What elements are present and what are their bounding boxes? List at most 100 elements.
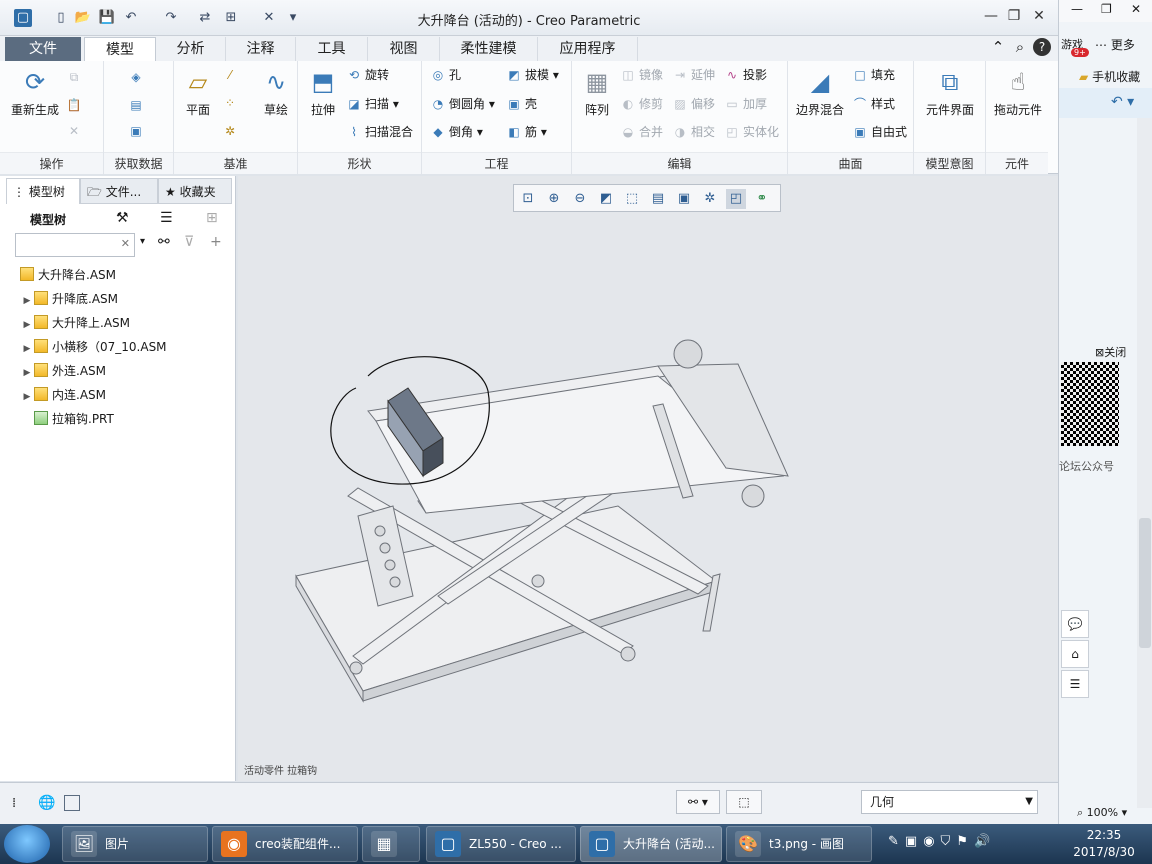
plane-button[interactable]: ▱ 平面	[178, 67, 218, 118]
tab-flexible-modeling[interactable]: 柔性建模	[440, 37, 538, 61]
extend-button[interactable]: ⇥ 延伸	[672, 65, 715, 85]
extrude-button[interactable]: ⬒ 拉伸	[304, 67, 342, 118]
scrollbar[interactable]	[1137, 118, 1152, 808]
tree-item[interactable]: ▶ 外连.ASM	[20, 360, 106, 382]
comment-icon[interactable]: 💬	[1061, 610, 1089, 638]
group-label-editing[interactable]: 编辑	[572, 152, 787, 174]
scrollbar-thumb[interactable]	[1139, 518, 1151, 648]
shell-button[interactable]: ▣ 壳	[506, 94, 537, 114]
binoculars-icon[interactable]: ⚯	[158, 234, 170, 250]
add-icon[interactable]: +	[210, 234, 222, 250]
tab-view[interactable]: 视图	[368, 37, 440, 61]
dropdown-icon[interactable]: ▾	[140, 236, 145, 247]
volume-icon[interactable]: 🔊	[974, 834, 996, 849]
sweep-button[interactable]: ◪ 扫描 ▾	[346, 94, 399, 114]
user-defined-feature-button[interactable]: ◈	[128, 67, 147, 87]
tab-analysis[interactable]: 分析	[156, 37, 226, 61]
coordinate-system-button[interactable]: ✲	[222, 121, 241, 141]
expand-arrow-icon[interactable]: ▶	[20, 314, 34, 336]
clock[interactable]: 22:35 2017/8/30	[1064, 827, 1144, 861]
pattern-button[interactable]: ▦ 阵列	[578, 67, 616, 118]
merge-button[interactable]: ◒ 合并	[620, 122, 663, 142]
axis-button[interactable]: ⁄	[222, 65, 241, 85]
search-icon[interactable]: ⌕	[1010, 37, 1030, 57]
maximize-button[interactable]: ❐	[1003, 6, 1025, 26]
round-button[interactable]: ◔ 倒圆角 ▾	[430, 94, 495, 114]
hole-button[interactable]: ◎ 孔	[430, 65, 461, 85]
list-icon[interactable]: ☰	[1061, 670, 1089, 698]
selection-filter-button[interactable]: ⬚	[726, 790, 762, 814]
style-button[interactable]: ⌒ 样式	[852, 94, 895, 114]
draft-button[interactable]: ◩ 拔模 ▾	[506, 65, 559, 85]
tab-model[interactable]: 模型	[84, 37, 156, 61]
navigator-toggle-icon[interactable]: ⁞	[12, 796, 16, 811]
boundary-blend-button[interactable]: ◢ 边界混合	[792, 67, 848, 118]
minimize-button[interactable]: —	[980, 6, 1002, 26]
qq-icon[interactable]: ◉	[923, 834, 940, 849]
group-label-shapes[interactable]: 形状	[298, 152, 421, 174]
gpu-icon[interactable]: ▣	[905, 834, 923, 849]
group-label-operations[interactable]: 操作	[0, 152, 103, 174]
close-button[interactable]: ✕	[1028, 6, 1050, 26]
thicken-button[interactable]: ▭ 加厚	[724, 94, 767, 114]
tab-model-tree[interactable]: ⋮ 模型树	[6, 178, 80, 204]
tree-item[interactable]: 拉箱钩.PRT	[20, 408, 114, 430]
filter-select[interactable]: 几何 ▼	[861, 790, 1038, 814]
tab-annotate[interactable]: 注释	[226, 37, 296, 61]
component-interface-button[interactable]: ⧉ 元件界面	[918, 67, 982, 118]
back-icon[interactable]: ↶ ▾	[1111, 94, 1134, 110]
tab-favorites[interactable]: ★ 收藏夹	[158, 178, 232, 204]
browser-close-icon[interactable]: ✕	[1131, 2, 1141, 16]
taskbar-item-creo-active[interactable]: ▢ 大升降台 (活动...	[580, 826, 722, 862]
group-label-datum[interactable]: 基准	[174, 152, 297, 174]
trim-button[interactable]: ◐ 修剪	[620, 94, 663, 114]
solidify-button[interactable]: ◰ 实体化	[724, 122, 779, 142]
offset-button[interactable]: ▨ 偏移	[672, 94, 715, 114]
tree-item[interactable]: ▶ 大升降上.ASM	[20, 312, 130, 334]
expand-arrow-icon[interactable]: ▶	[20, 338, 34, 360]
ime-icon[interactable]: ✎	[888, 834, 905, 849]
drag-components-button[interactable]: ☝ 拖动元件	[988, 67, 1048, 118]
mirror-button[interactable]: ◫ 镜像	[620, 65, 663, 85]
expand-arrow-icon[interactable]: ▶	[20, 386, 34, 408]
zoom-control[interactable]: ⌕ 100% ▾	[1077, 806, 1127, 820]
copy-button[interactable]: ⧉	[66, 67, 85, 87]
search-input[interactable]: ✕	[15, 233, 135, 257]
show-icon[interactable]: ☰	[160, 210, 173, 226]
group-label-get-data[interactable]: 获取数据	[104, 152, 173, 174]
graphics-window[interactable]: ⊡ ⊕ ⊖ ◩ ⬚ ▤ ▣ ✲ ◰ ⚭ 活动零件 拉箱钩	[238, 176, 1058, 781]
tab-file[interactable]: 文件	[5, 37, 81, 61]
taskbar-item-browser[interactable]: ◉ creo装配组件...	[212, 826, 358, 862]
revolve-button[interactable]: ⟲ 旋转	[346, 65, 389, 85]
taskbar-item-calculator[interactable]: ▦	[362, 826, 420, 862]
tab-tools[interactable]: 工具	[296, 37, 368, 61]
more-button[interactable]: ⋯ 更多	[1095, 36, 1135, 53]
security-icon[interactable]: ⛉	[941, 834, 957, 849]
delete-button[interactable]: ✕	[66, 121, 85, 141]
taskbar-item-paint[interactable]: 🎨 t3.png - 画图	[726, 826, 872, 862]
close-ad-button[interactable]: ⊠关闭	[1095, 344, 1126, 360]
find-button[interactable]: ⚯ ▾	[676, 790, 720, 814]
flag-icon[interactable]: ⚑	[956, 834, 974, 849]
chamfer-button[interactable]: ◆ 倒角 ▾	[430, 122, 482, 142]
filter-icon[interactable]: ⊽	[184, 234, 194, 250]
shrinkwrap-button[interactable]: ▣	[128, 121, 147, 141]
tree-item[interactable]: ▶ 小横移（07_10.ASM	[20, 336, 167, 358]
taskbar-item-pictures[interactable]: 🖼 图片	[62, 826, 208, 862]
assembly-model[interactable]	[238, 176, 1058, 781]
rib-button[interactable]: ◧ 筋 ▾	[506, 122, 547, 142]
collapse-ribbon-icon[interactable]: ⌃	[988, 37, 1008, 57]
paste-button[interactable]: 📋	[66, 95, 85, 115]
help-icon[interactable]: ?	[1033, 38, 1051, 56]
browser-toggle-icon[interactable]: 🌐	[38, 795, 55, 811]
mobile-favorites-link[interactable]: ▰ 手机收藏	[1079, 68, 1140, 85]
sketch-button[interactable]: ∿ 草绘	[256, 67, 296, 118]
clear-icon[interactable]: ✕	[121, 237, 130, 250]
project-button[interactable]: ∿ 投影	[724, 65, 767, 85]
tree-item[interactable]: ▶ 内连.ASM	[20, 384, 106, 406]
browser-minimize-icon[interactable]: —	[1071, 2, 1083, 16]
tree-item[interactable]: ▶ 升降底.ASM	[20, 288, 118, 310]
freestyle-button[interactable]: ▣ 自由式	[852, 122, 907, 142]
group-label-component[interactable]: 元件	[986, 152, 1048, 174]
intersect-button[interactable]: ◑ 相交	[672, 122, 715, 142]
